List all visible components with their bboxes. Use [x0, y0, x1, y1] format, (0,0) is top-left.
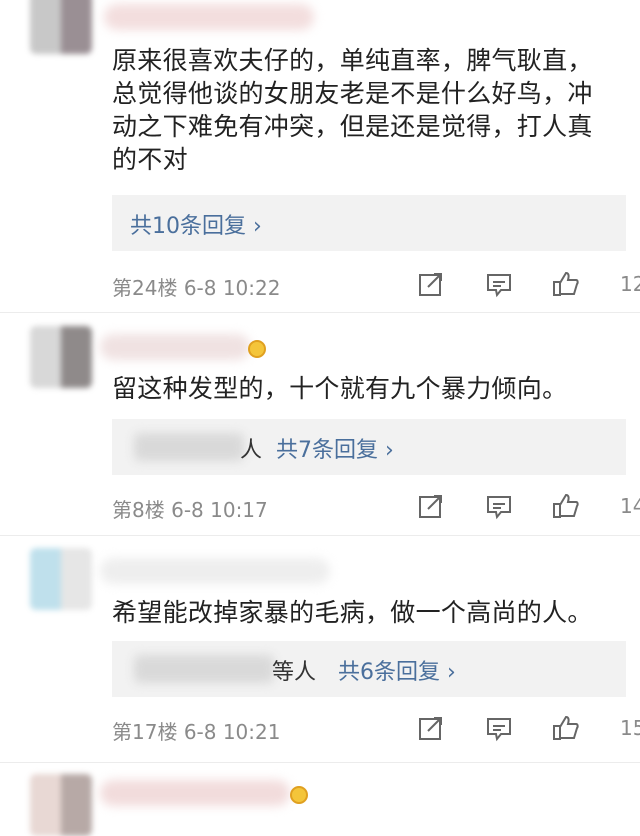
view-replies-link[interactable]: 共7条回复 › — [276, 432, 394, 464]
reply-users-blurred — [134, 655, 274, 683]
thumbs-up-icon[interactable] — [552, 270, 580, 298]
thumbs-up-icon[interactable] — [552, 714, 580, 742]
comment-text: 希望能改掉家暴的毛病，做一个高尚的人。 — [112, 598, 593, 627]
comment-icon[interactable] — [485, 714, 513, 742]
comment-item — [0, 770, 640, 836]
floor-and-time: 第17楼 6-8 10:21 — [112, 720, 281, 744]
comment-item: 原来很喜欢夫仔的，单纯直率，脾气耿直， 总觉得他谈的女朋友老是不是什么好鸟，冲 … — [0, 0, 640, 310]
comment-footer: 第24楼 6-8 10:22 127 — [112, 270, 640, 300]
like-count: 127 — [620, 272, 640, 296]
comment-item: 希望能改掉家暴的毛病，做一个高尚的人。 等人 共6条回复 › 第17楼 6-8 … — [0, 544, 640, 759]
avatar[interactable] — [30, 774, 92, 836]
comment-footer: 第8楼 6-8 10:17 149 — [112, 492, 640, 522]
reply-preview[interactable]: 人 共7条回复 › — [112, 419, 626, 475]
divider — [0, 762, 640, 763]
username-blurred[interactable] — [104, 4, 314, 30]
thumbs-up-icon[interactable] — [552, 492, 580, 520]
avatar[interactable] — [30, 0, 92, 54]
comment-text: 留这种发型的，十个就有九个暴力倾向。 — [112, 374, 568, 403]
like-count: 149 — [620, 494, 640, 518]
reply-people-suffix: 人 — [240, 438, 263, 463]
comment-icon[interactable] — [485, 492, 513, 520]
divider — [0, 312, 640, 313]
divider — [0, 535, 640, 536]
reply-preview[interactable]: 等人 共6条回复 › — [112, 641, 626, 697]
repost-icon[interactable] — [417, 492, 445, 520]
view-replies-link[interactable]: 共6条回复 › — [338, 654, 456, 686]
repost-icon[interactable] — [417, 270, 445, 298]
reply-users-blurred — [134, 433, 244, 461]
comment-footer: 第17楼 6-8 10:21 156 — [112, 714, 640, 744]
username-blurred[interactable] — [100, 780, 290, 806]
like-count: 156 — [620, 716, 640, 740]
comment-item: 留这种发型的，十个就有九个暴力倾向。 人 共7条回复 › 第8楼 6-8 10:… — [0, 322, 640, 532]
vip-badge-icon — [248, 340, 266, 358]
floor-and-time: 第24楼 6-8 10:22 — [112, 276, 281, 300]
view-replies-link[interactable]: 共10条回复 › — [130, 208, 262, 240]
vip-badge-icon — [290, 786, 308, 804]
username-blurred[interactable] — [100, 334, 250, 360]
reply-preview[interactable]: 共10条回复 › — [112, 195, 626, 251]
repost-icon[interactable] — [417, 714, 445, 742]
avatar[interactable] — [30, 548, 92, 610]
avatar[interactable] — [30, 326, 92, 388]
floor-and-time: 第8楼 6-8 10:17 — [112, 498, 268, 522]
reply-people-suffix: 等人 — [272, 660, 317, 685]
username-blurred[interactable] — [100, 558, 330, 584]
comment-text: 原来很喜欢夫仔的，单纯直率，脾气耿直， 总觉得他谈的女朋友老是不是什么好鸟，冲 … — [112, 46, 593, 174]
comment-icon[interactable] — [485, 270, 513, 298]
